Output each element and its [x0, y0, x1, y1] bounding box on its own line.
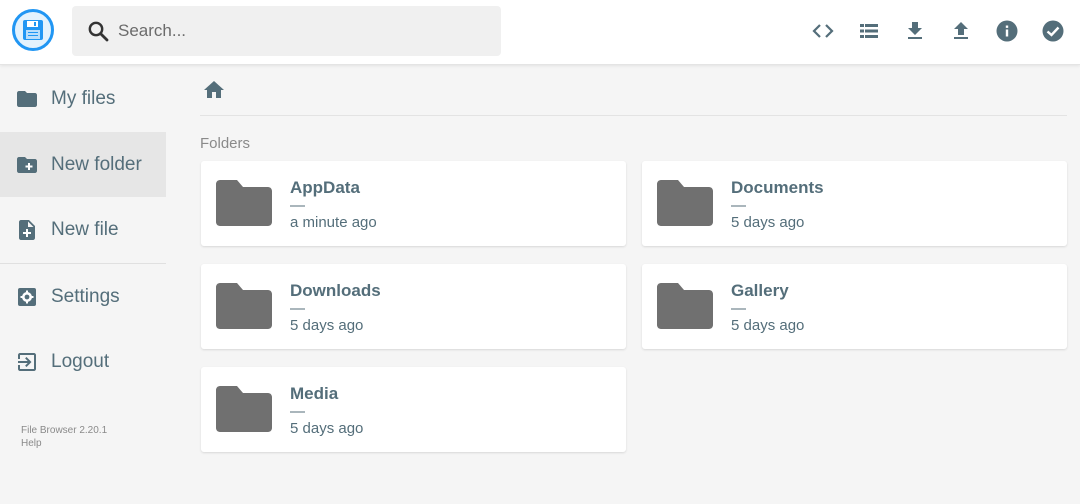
folder-size: —: [731, 300, 746, 317]
note-add-icon: [19, 219, 35, 240]
folder-modified: a minute ago: [290, 214, 377, 231]
sidebar-item-label: Logout: [51, 350, 110, 372]
folder-name: Gallery: [731, 281, 789, 300]
sidebar-item-label: New folder: [51, 153, 142, 175]
sidebar-item-new-file[interactable]: New file: [0, 197, 166, 262]
folders-section-title: Folders: [200, 135, 251, 152]
select-button[interactable]: [1040, 18, 1066, 44]
folder-icon: [216, 180, 272, 226]
folder-icon: [657, 180, 713, 226]
check-circle-icon: [1042, 20, 1064, 42]
list-view-button[interactable]: [856, 18, 882, 44]
floppy-disk-icon: [23, 20, 43, 40]
folder-card-documents[interactable]: Documents — 5 days ago: [642, 161, 1067, 246]
folder-size: —: [290, 300, 305, 317]
breadcrumb: [200, 66, 1067, 116]
code-icon: [812, 24, 834, 38]
sidebar-item-logout[interactable]: Logout: [0, 329, 166, 394]
folder-card-appdata[interactable]: AppData — a minute ago: [201, 161, 626, 246]
folder-name: Documents: [731, 178, 824, 197]
download-icon: [908, 22, 922, 39]
list-view-icon: [860, 24, 878, 38]
folder-icon: [216, 386, 272, 432]
search-input[interactable]: [118, 16, 488, 46]
download-button[interactable]: [902, 18, 928, 44]
folder-modified: 5 days ago: [290, 317, 364, 334]
folder-icon: [216, 283, 272, 329]
home-icon[interactable]: [202, 78, 226, 102]
sidebar-item-new-folder[interactable]: New folder: [0, 132, 166, 197]
search-box[interactable]: [72, 6, 501, 56]
sidebar-item-settings[interactable]: Settings: [0, 264, 166, 329]
folder-size: —: [731, 197, 746, 214]
sidebar: My files New folder New file Settings Lo: [0, 66, 166, 504]
folder-card-gallery[interactable]: Gallery — 5 days ago: [642, 264, 1067, 349]
sidebar-item-my-files[interactable]: My files: [0, 66, 166, 131]
app-logo[interactable]: [12, 9, 54, 51]
toggle-code-button[interactable]: [810, 18, 836, 44]
sidebar-item-label: My files: [51, 87, 116, 109]
folder-modified: 5 days ago: [731, 317, 805, 334]
folder-size: —: [290, 197, 305, 214]
folder-icon: [17, 90, 37, 107]
version-text: File Browser 2.20.1: [21, 425, 108, 436]
info-icon: [996, 20, 1018, 42]
folder-card-media[interactable]: Media — 5 days ago: [201, 367, 626, 452]
info-button[interactable]: [994, 18, 1020, 44]
header-actions: [790, 18, 1066, 44]
folder-icon: [657, 283, 713, 329]
create-new-folder-icon: [17, 156, 37, 173]
credits: File Browser 2.20.1 Help: [21, 424, 107, 450]
folder-name: AppData: [290, 178, 360, 197]
folder-modified: 5 days ago: [290, 420, 364, 437]
main-content: Folders AppData — a minute ago Documents…: [200, 66, 1067, 504]
upload-button[interactable]: [948, 18, 974, 44]
folder-name: Downloads: [290, 281, 381, 300]
folder-name: Media: [290, 384, 339, 403]
logout-icon: [18, 352, 36, 371]
header-bar: [0, 0, 1080, 65]
folder-size: —: [290, 403, 305, 420]
folder-modified: 5 days ago: [731, 214, 805, 231]
settings-icon: [18, 287, 36, 306]
search-icon: [88, 21, 109, 42]
upload-icon: [954, 22, 968, 39]
sidebar-item-label: New file: [51, 218, 119, 240]
help-link[interactable]: Help: [21, 437, 107, 450]
folder-card-downloads[interactable]: Downloads — 5 days ago: [201, 264, 626, 349]
sidebar-item-label: Settings: [51, 285, 120, 307]
